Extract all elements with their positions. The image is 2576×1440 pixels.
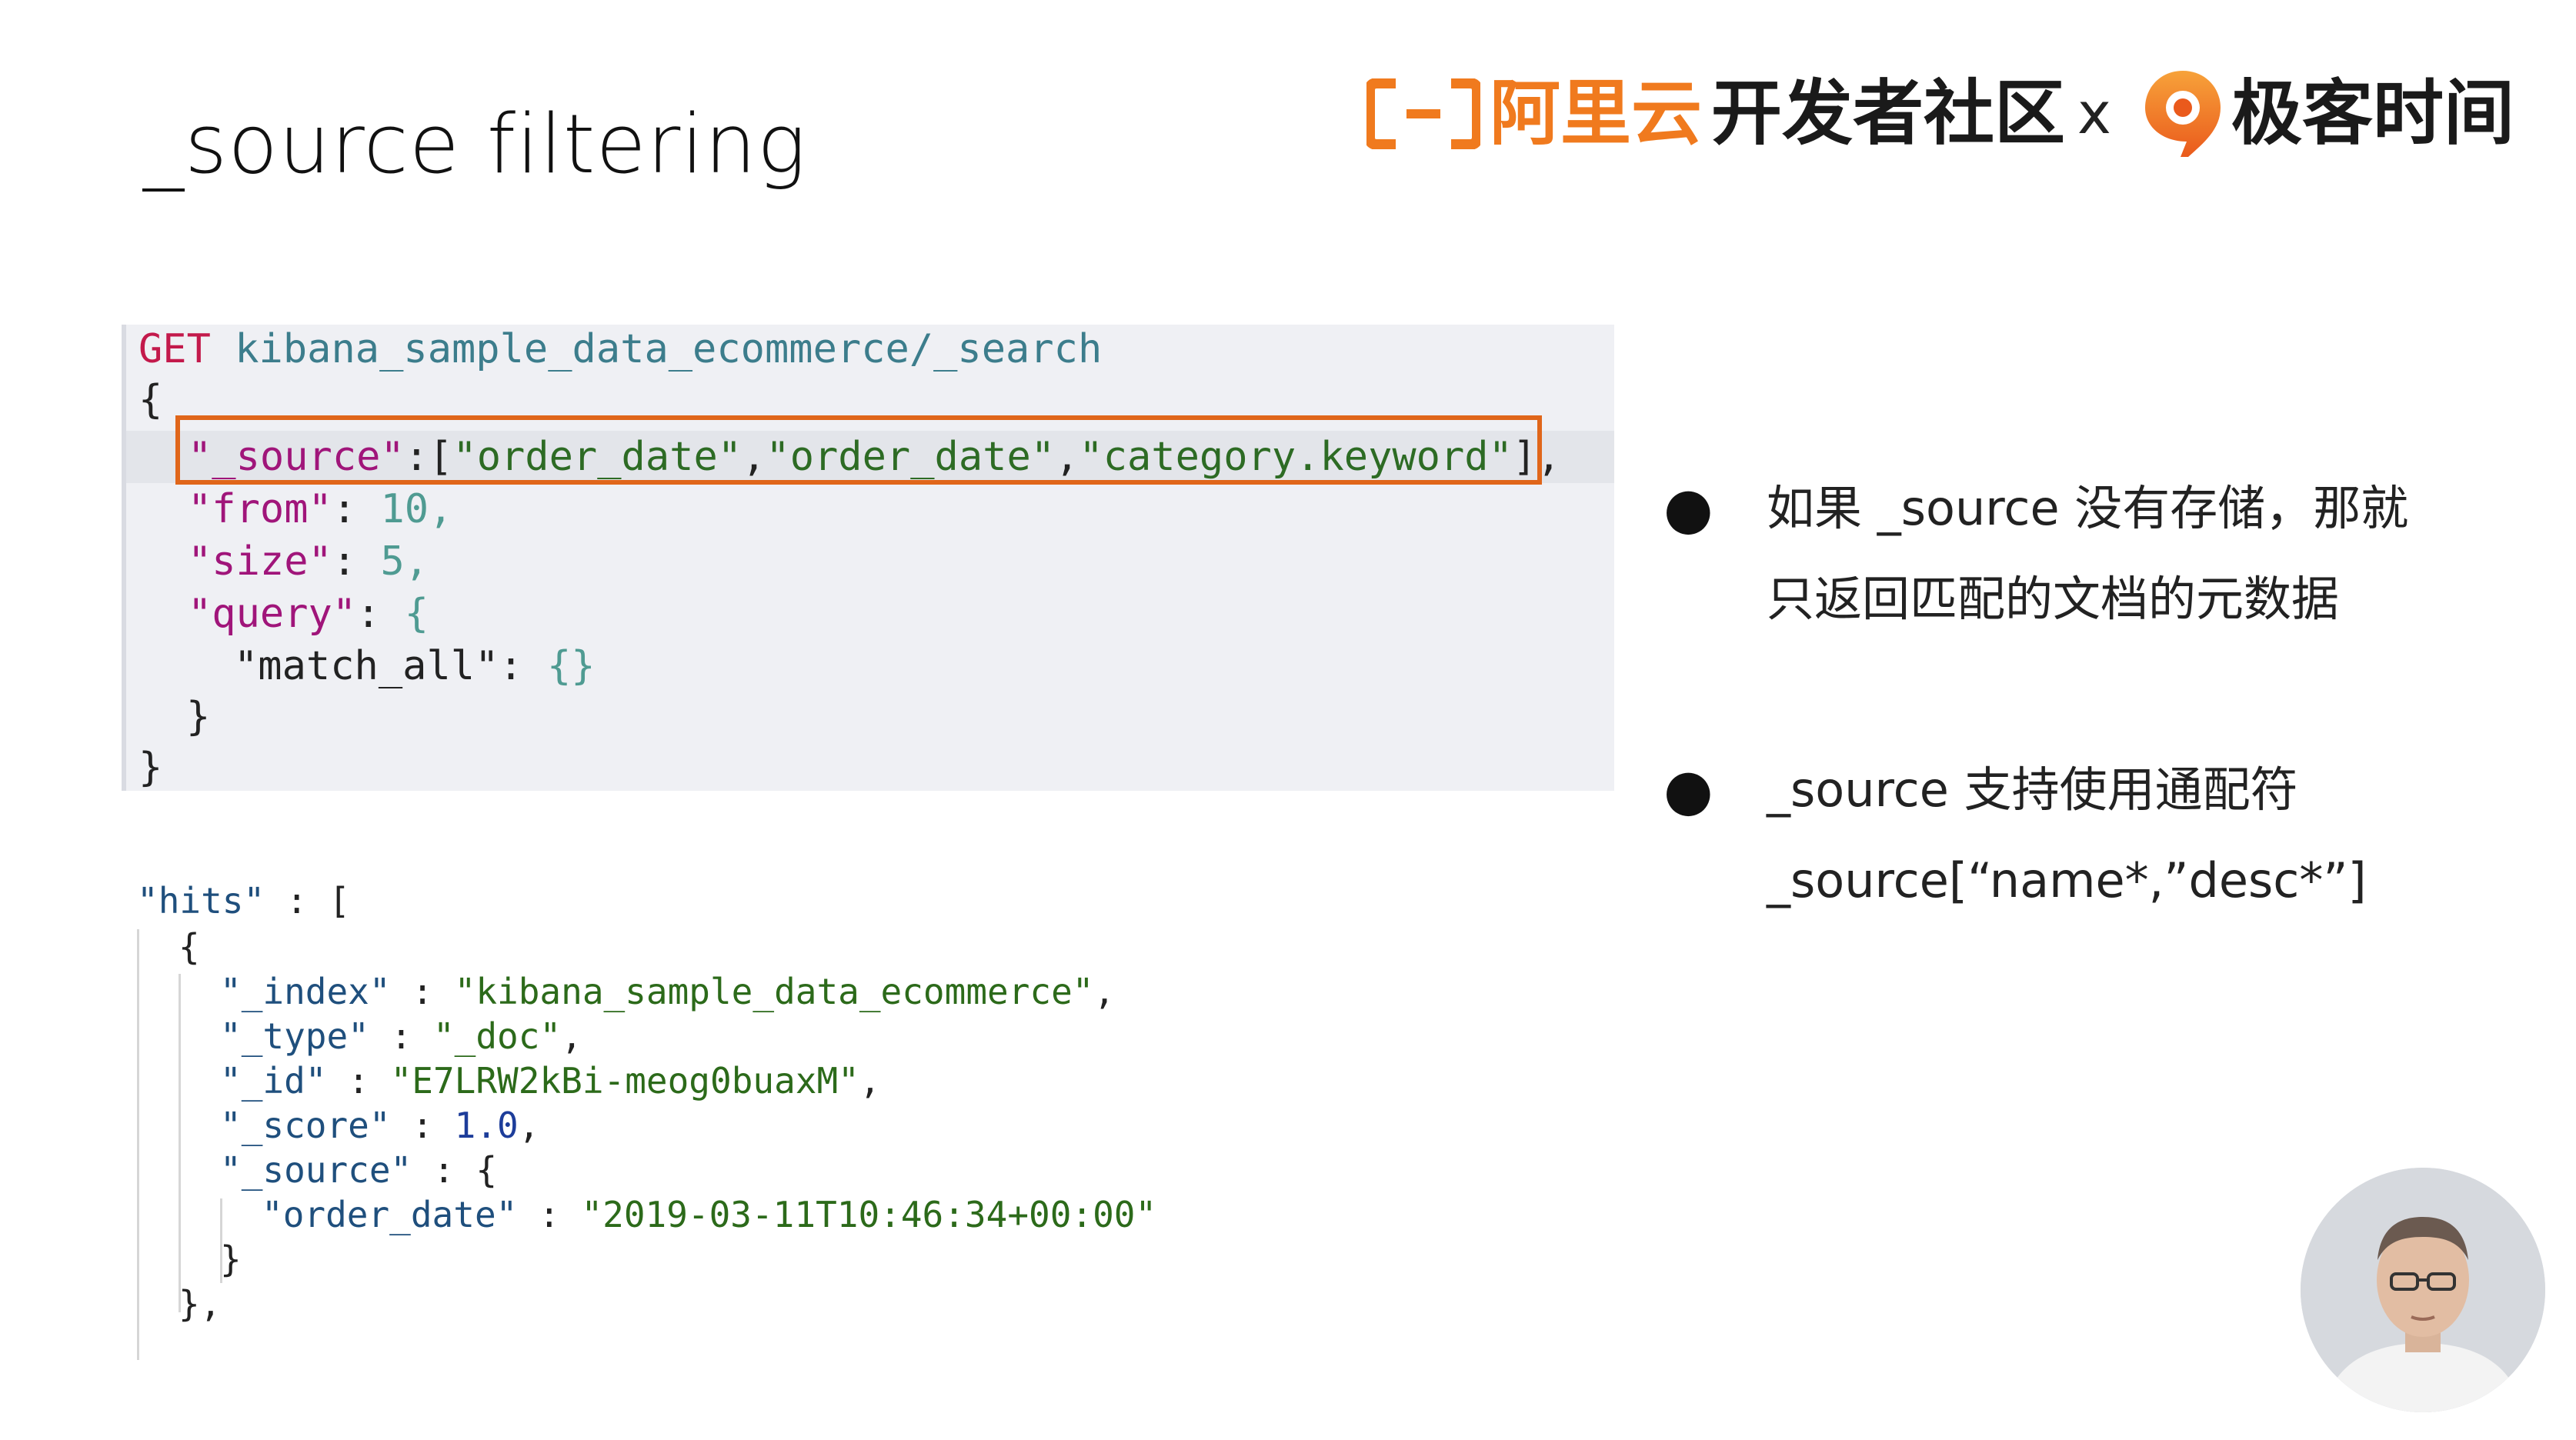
request-path: kibana_sample_data_ecommerce/_search	[235, 326, 1103, 372]
size-line: "size": 5,	[188, 538, 429, 585]
source-line: "_source" : {	[220, 1149, 498, 1191]
index-line: "_index" : "kibana_sample_data_ecommerce…	[220, 971, 1116, 1012]
score-line: "_score" : 1.0,	[220, 1105, 540, 1146]
request-open-brace: {	[138, 377, 163, 423]
slide-title: _source filtering	[143, 97, 807, 192]
query-line: "query": {	[188, 591, 429, 637]
brand-header: 阿里云 开发者社区 x 极客时间	[1366, 68, 2528, 160]
geek-time-brand-text: 极客时间	[2231, 72, 2515, 155]
match-all-line: "match_all": {}	[234, 643, 596, 689]
response-code-block: "hits" : [ { "_index" : "kibana_sample_d…	[131, 854, 1208, 1360]
source-highlight-box	[175, 415, 1542, 485]
presenter-avatar-icon	[2301, 1168, 2545, 1412]
hit-open-brace: {	[179, 926, 200, 968]
http-method: GET	[138, 326, 211, 372]
geek-time-logo-icon	[2145, 71, 2221, 157]
bullet-2-line-2: _source[“name*,”desc*”]	[1767, 852, 2367, 908]
bullet-1-line-1: 如果 _source 没有存储，那就	[1767, 480, 2409, 536]
indent-guide	[137, 929, 139, 1360]
bullet-2-line-1: _source 支持使用通配符	[1767, 762, 2298, 818]
presenter-figure	[2301, 1168, 2545, 1412]
request-close-brace: }	[138, 745, 163, 791]
aliyun-brand-text: 阿里云	[1490, 72, 1703, 155]
query-close-line: }	[186, 694, 211, 740]
bullet-dot: ●	[1663, 475, 1713, 542]
brand-times-mark: x	[2077, 81, 2111, 147]
hit-close-brace: },	[179, 1283, 222, 1325]
id-line: "_id" : "E7LRW2kBi-meog0buaxM",	[220, 1060, 881, 1102]
aliyun-logo-icon	[1366, 78, 1480, 149]
from-line: "from": 10,	[188, 486, 453, 532]
type-line: "_type" : "_doc",	[220, 1015, 582, 1057]
order-date-line: "order_date" : "2019-03-11T10:46:34+00:0…	[262, 1194, 1157, 1235]
bullet-1-line-2: 只返回匹配的文档的元数据	[1767, 571, 2340, 627]
bullet-dot: ●	[1663, 757, 1713, 823]
source-close-brace: }	[220, 1238, 242, 1280]
indent-guide	[179, 974, 181, 1312]
hits-line: "hits" : [	[137, 880, 350, 922]
request-line-method: GET kibana_sample_data_ecommerce/_search	[138, 325, 1102, 374]
request-code-block: GET kibana_sample_data_ecommerce/_search…	[122, 325, 1614, 791]
developer-community-text: 开发者社区	[1711, 72, 2066, 155]
